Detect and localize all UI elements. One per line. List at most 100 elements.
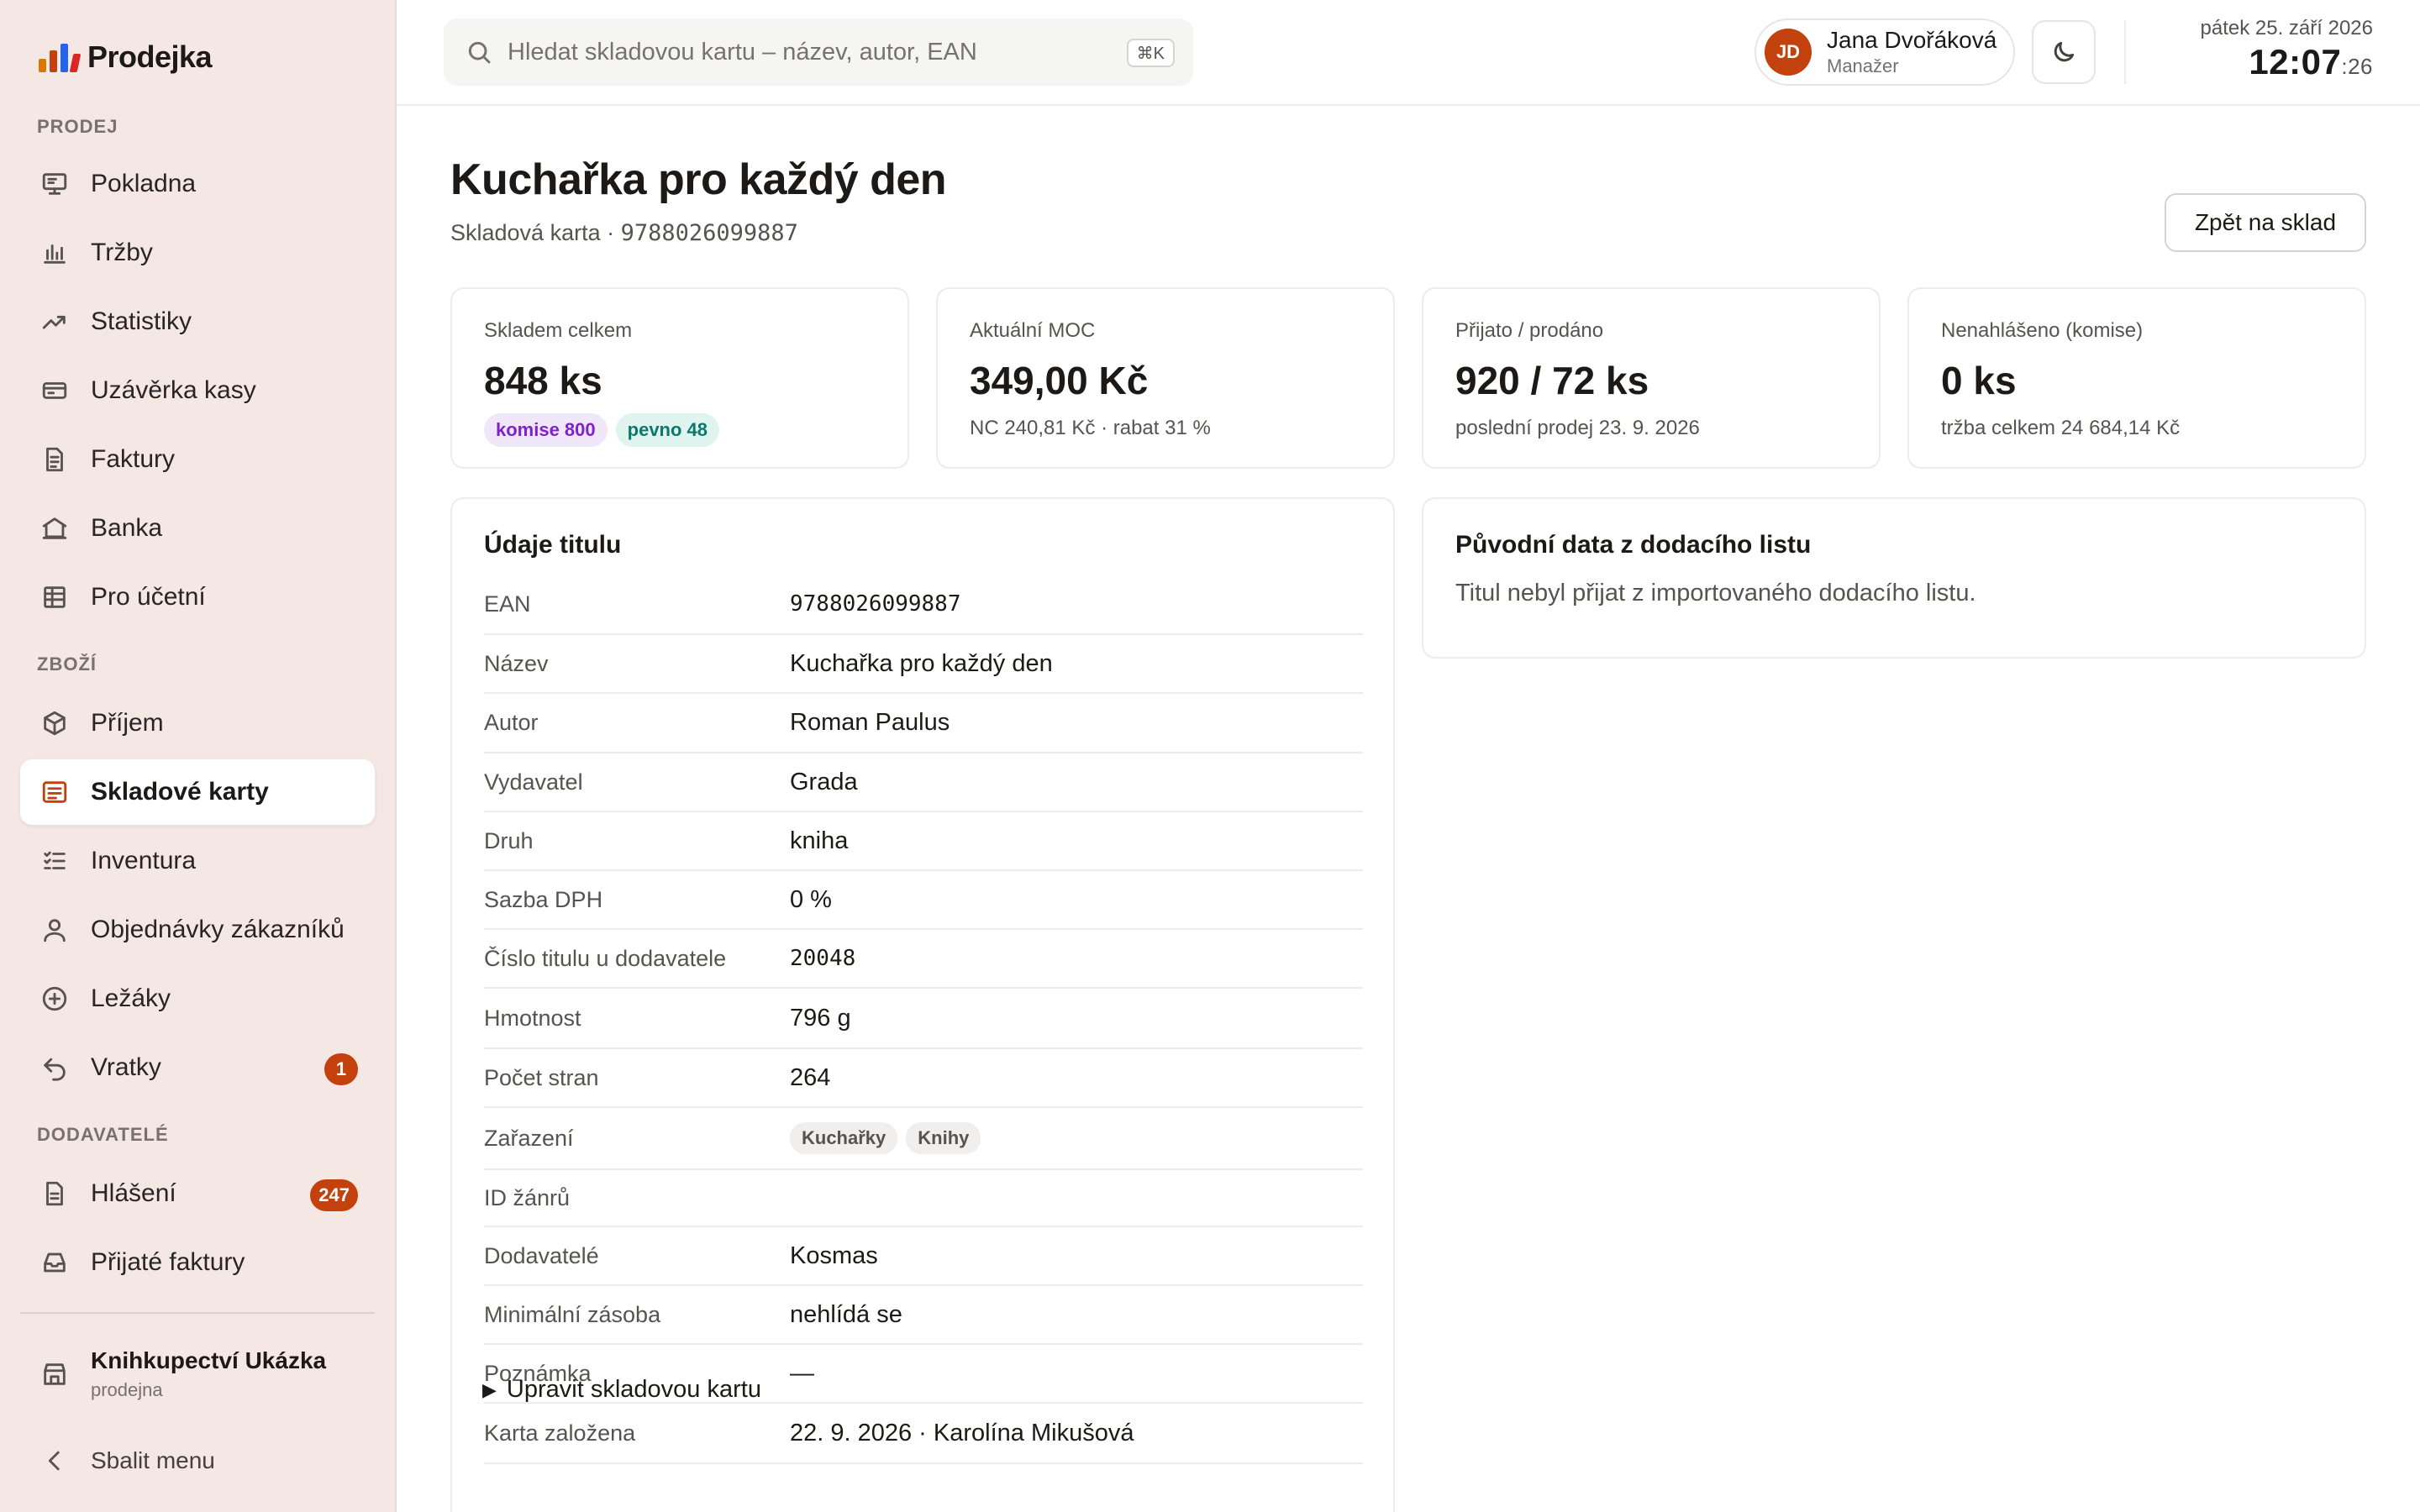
user-icon [39,914,71,946]
detail-row-ean: EAN 9788026099887 [484,575,1363,635]
store-switcher[interactable]: Knihkupectví Ukázka prodejna [39,1347,326,1401]
category-tag[interactable]: Kuchařky [790,1122,898,1154]
hlaseni-count-badge: 247 [310,1179,358,1211]
moon-icon [2054,41,2075,62]
page-subtitle-ean: 9788026099887 [620,220,798,246]
sidebar-item-prijem[interactable]: Příjem [20,690,375,756]
sidebar-item-label: Vratky [91,1053,161,1081]
sidebar-divider [20,1312,375,1314]
detail-row-pocet-stran: Počet stran 264 [484,1049,1363,1108]
app-logo[interactable]: Prodejka [39,37,213,77]
avatar: JD [1765,29,1812,76]
checklist-icon [39,845,71,877]
sidebar-item-objednavky-zakazniku[interactable]: Objednávky zákazníků [20,897,375,963]
sidebar-item-pokladna[interactable]: Pokladna [20,151,375,217]
stat-card-stock-total: Skladem celkem 848 ks komise 800 pevno 4… [450,287,909,469]
sidebar-item-hlaseni[interactable]: Hlášení 247 [20,1161,375,1226]
detail-value: kniha [790,827,849,854]
sidebar-item-inventura[interactable]: Inventura [20,828,375,894]
detail-row-dodavatele: Dodavatelé Kosmas [484,1227,1363,1286]
category-tag[interactable]: Knihy [906,1122,981,1154]
sidebar-item-label: Uzávěrka kasy [91,376,256,404]
detail-label: Minimální zásoba [484,1301,661,1327]
section-label-dodavatele: DODAVATELÉ [37,1124,169,1145]
commission-pill: komise 800 [484,413,608,447]
sidebar-item-lezaky[interactable]: Ležáky [20,966,375,1032]
detail-value: Kuchařka pro každý den [790,649,1053,677]
sidebar-item-label: Inventura [91,847,197,874]
detail-value: — [790,1359,814,1387]
clock: pátek 25. září 2026 12:07:26 [2201,17,2373,82]
page-subtitle: Skladová karta · 9788026099887 [450,220,798,246]
cash-register-icon [39,375,71,407]
sidebar-item-trzby[interactable]: Tržby [20,220,375,286]
detail-label: Vydavatel [484,769,583,795]
detail-row-hmotnost: Hmotnost 796 g [484,989,1363,1049]
user-menu-button[interactable]: JD Jana Dvořáková Manažer [1754,18,2015,86]
stat-card-price: Aktuální MOC 349,00 Kč NC 240,81 Kč · ra… [936,287,1395,469]
sidebar-item-statistiky[interactable]: Statistiky [20,289,375,354]
sidebar-item-prijate-faktury[interactable]: Přijaté faktury [20,1230,375,1295]
stat-sub: NC 240,81 Kč · rabat 31 % [970,417,1211,439]
detail-row-vydavatel: Vydavatel Grada [484,753,1363,812]
main-content: Kuchařka pro každý den Skladová karta · … [397,108,2420,1512]
detail-row-cislo-titulu: Číslo titulu u dodavatele 20048 [484,930,1363,989]
collapse-menu-button[interactable]: Sbalit menu [39,1445,215,1477]
stat-label: Nenahlášeno (komise) [1941,319,2144,342]
sidebar-item-banka[interactable]: Banka [20,496,375,561]
card-title: Původní data z dodacího listu [1455,531,1812,559]
sidebar-item-label: Hlášení [91,1179,176,1207]
detail-label: Číslo titulu u dodavatele [484,945,727,971]
search-shortcut-hint: ⌘K [1126,39,1175,67]
user-name: Jana Dvořáková [1827,27,1997,53]
stock-breakdown: komise 800 pevno 48 [484,413,908,447]
sidebar-item-pro-ucetni[interactable]: Pro účetní [20,564,375,630]
sidebar-item-label: Ležáky [91,984,171,1012]
detail-label: Zařazení [484,1125,574,1151]
detail-value: nehlídá se [790,1300,902,1328]
vratky-count-badge: 1 [324,1053,358,1085]
search-input[interactable] [508,38,1129,66]
sidebar-item-label: Příjem [91,709,164,737]
detail-label: Karta založena [484,1420,636,1446]
sidebar-item-label: Přijaté faktury [91,1248,245,1276]
undo-icon [39,1052,71,1084]
stat-value: 0 ks [1941,359,2017,402]
detail-value: 796 g [790,1004,851,1032]
detail-value: Grada [790,768,858,795]
detail-row-sazba-dph: Sazba DPH 0 % [484,871,1363,930]
stat-label: Aktuální MOC [970,319,1096,342]
edit-card-toggle[interactable]: ▶ Upravit skladovou kartu [482,1376,761,1404]
delivery-note-data-card: Původní data z dodacího listu Titul neby… [1422,497,2366,659]
detail-label: Název [484,650,549,676]
sidebar-item-uzaverka-kasy[interactable]: Uzávěrka kasy [20,358,375,423]
report-icon [39,1178,71,1210]
detail-label: Autor [484,710,539,735]
search-box[interactable]: ⌘K [444,18,1193,86]
user-role: Manažer [1827,55,1899,76]
card-title: Údaje titulu [484,531,622,559]
detail-label: ID žánrů [484,1184,571,1210]
detail-label: Sazba DPH [484,886,603,912]
store-icon [39,1358,71,1390]
detail-value: 0 % [790,885,832,913]
stat-sub: tržba celkem 24 684,14 Kč [1941,417,2181,439]
stat-value: 349,00 Kč [970,359,1149,402]
sidebar-item-faktury[interactable]: Faktury [20,427,375,492]
sidebar-item-skladove-karty[interactable]: Skladové karty [20,759,375,825]
topbar-divider [2124,20,2126,84]
delivery-note-message: Titul nebyl přijat z importovaného dodac… [1455,580,1976,606]
sidebar-item-label: Skladové karty [91,778,269,806]
store-name: Knihkupectví Ukázka [91,1347,327,1373]
sidebar-item-vratky[interactable]: Vratky 1 [20,1035,375,1100]
search-icon [468,41,491,64]
clock-seconds: :26 [2341,54,2373,79]
sidebar-item-label: Banka [91,514,163,542]
logo-icon [39,42,82,72]
detail-value: 264 [790,1063,831,1091]
back-to-stock-button[interactable]: Zpět na sklad [2165,193,2366,252]
theme-toggle-button[interactable] [2032,20,2096,84]
detail-value: 20048 [790,946,856,971]
sidebar-item-label: Pro účetní [91,583,206,611]
box-icon [39,707,71,739]
